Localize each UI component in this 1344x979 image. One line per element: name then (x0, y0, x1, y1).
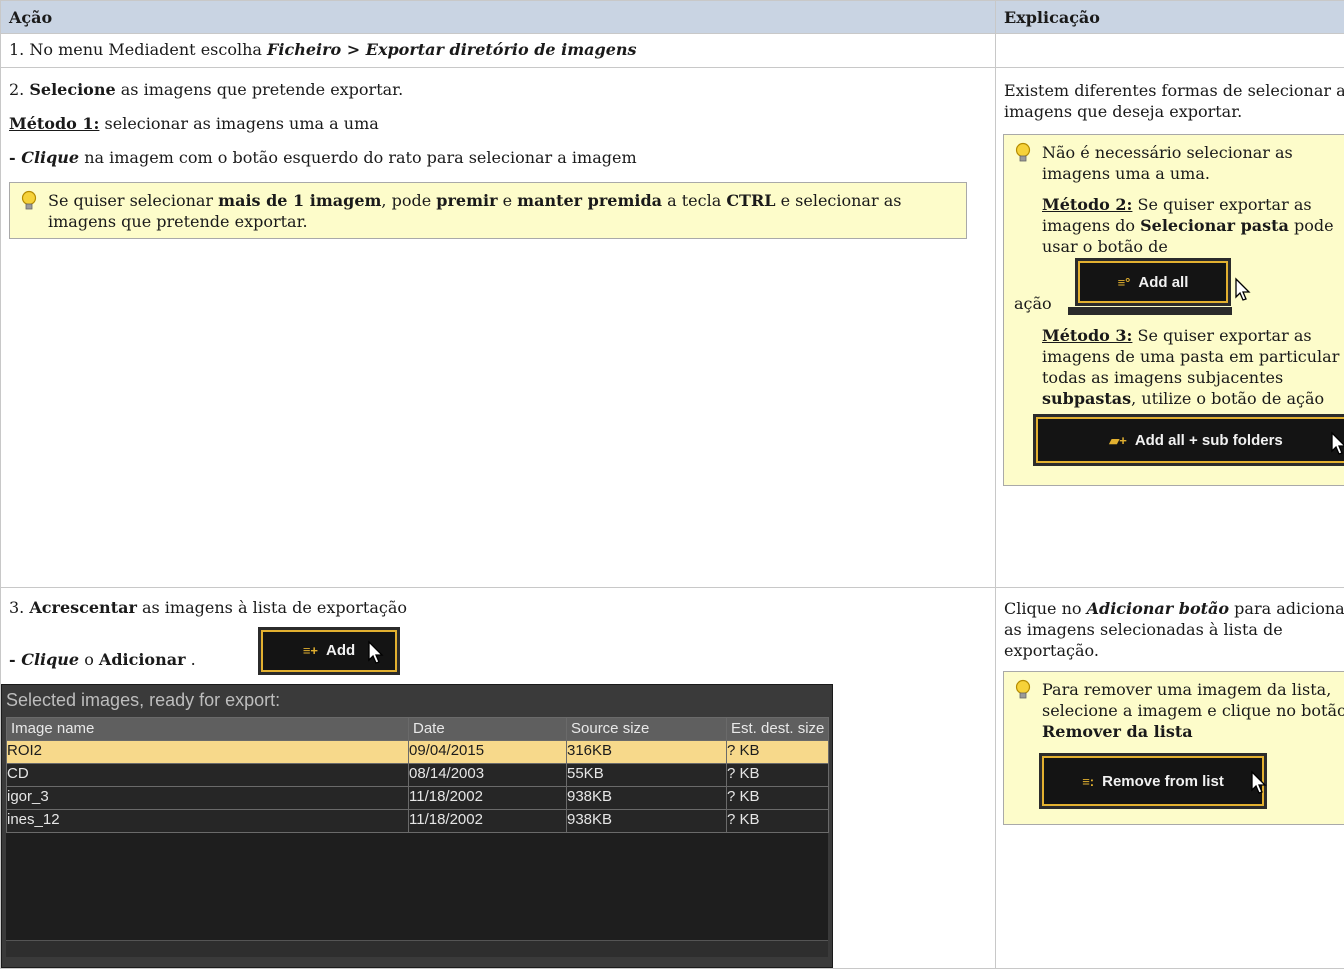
horizontal-scrollbar[interactable] (6, 940, 828, 957)
method-3: Método 3: Se quiser exportar as imagens … (1042, 326, 1344, 408)
step-1-explain (995, 33, 1344, 68)
step-3-explain: Clique no Adicionar botão para adicionar… (1004, 599, 1344, 660)
column-header[interactable]: Source size (566, 717, 727, 741)
export-list-header: Image name Date Source size Est. dest. s… (6, 717, 829, 741)
tip-remove: Para remover uma imagem da lista, seleci… (1003, 671, 1344, 825)
export-list-panel: Selected images, ready for export: Image… (1, 684, 833, 968)
add-list-icon: ≡+ (302, 643, 318, 658)
header-explicacao: Explicação (995, 0, 1344, 34)
column-header[interactable]: Date (408, 717, 567, 741)
instruction-table: Ação Explicação 1. No menu Mediadent esc… (0, 0, 1344, 969)
lightbulb-icon (1014, 679, 1042, 806)
header-row: Ação Explicação (0, 0, 1344, 34)
export-list-title: Selected images, ready for export: (6, 690, 281, 710)
column-header[interactable]: Est. dest. size (726, 717, 829, 741)
tip-methods: Não é necessário selecionar as imagens u… (1003, 134, 1344, 486)
cursor-icon (1235, 277, 1251, 301)
header-acao: Ação (0, 0, 996, 34)
lightbulb-icon (20, 190, 48, 232)
step-2-row: 2. Selecione as imagens que pretende exp… (0, 67, 1344, 588)
step-3-lead: 3. Acrescentar as imagens à lista de exp… (9, 598, 407, 617)
table-row[interactable]: CD 08/14/2003 55KB? KB (6, 763, 829, 787)
add-all-button[interactable]: ≡° Add all (1075, 258, 1251, 306)
step-2-explain: Existem diferentes formas de selecionar … (1004, 81, 1344, 121)
remove-list-icon: ≡: (1082, 773, 1095, 789)
cursor-icon (368, 640, 384, 664)
step-3-click: - Clique o Adicionar . ≡+ Add (9, 627, 987, 678)
step-2-click: - Clique na imagem com o botão esquerdo … (9, 148, 637, 167)
step-2-lead: 2. Selecione as imagens que pretende exp… (9, 80, 404, 99)
tip-intro: Não é necessário selecionar as imagens u… (1042, 143, 1293, 183)
step-1-row: 1. No menu Mediadent escolha Ficheiro > … (0, 33, 1344, 68)
table-row[interactable]: ROI2 09/04/2015 316KB? KB (6, 740, 829, 764)
step-1-number: 1. (9, 40, 25, 59)
menu-path: Ficheiro > Exportar diretório de imagens (267, 40, 637, 59)
export-list-table: Image name Date Source size Est. dest. s… (6, 717, 829, 833)
folder-add-icon: ▰+ (1109, 432, 1127, 448)
help-page: Ação Explicação 1. No menu Mediadent esc… (0, 0, 1344, 979)
table-row[interactable]: igor_3 11/18/2002 938KB? KB (6, 786, 829, 810)
step-1-text: 1. No menu Mediadent escolha Ficheiro > … (1, 34, 995, 60)
column-header[interactable]: Image name (6, 717, 409, 741)
method-1: Método 1: selecionar as imagens uma a um… (9, 114, 379, 133)
cursor-icon (1251, 770, 1267, 794)
cursor-icon (1331, 431, 1344, 455)
add-all-sub-folders-button[interactable]: ▰+ Add all + sub folders (1033, 414, 1344, 466)
method-1-label: Método 1: (9, 114, 100, 133)
step-3-row: 3. Acrescentar as imagens à lista de exp… (0, 587, 1344, 969)
method-2: Método 2: Se quiser exportar as imagens … (1042, 195, 1334, 256)
tip-ctrl: Se quiser selecionar mais de 1 imagem, p… (9, 182, 967, 239)
step-1-intro: No menu Mediadent escolha (29, 40, 262, 59)
add-list-icon: ≡° (1117, 274, 1131, 290)
add-button[interactable]: ≡+ Add (258, 627, 400, 675)
remove-from-list-button[interactable]: ≡: Remove from list (1039, 753, 1267, 809)
table-row[interactable]: ines_12 11/18/2002 938KB? KB (6, 809, 829, 833)
